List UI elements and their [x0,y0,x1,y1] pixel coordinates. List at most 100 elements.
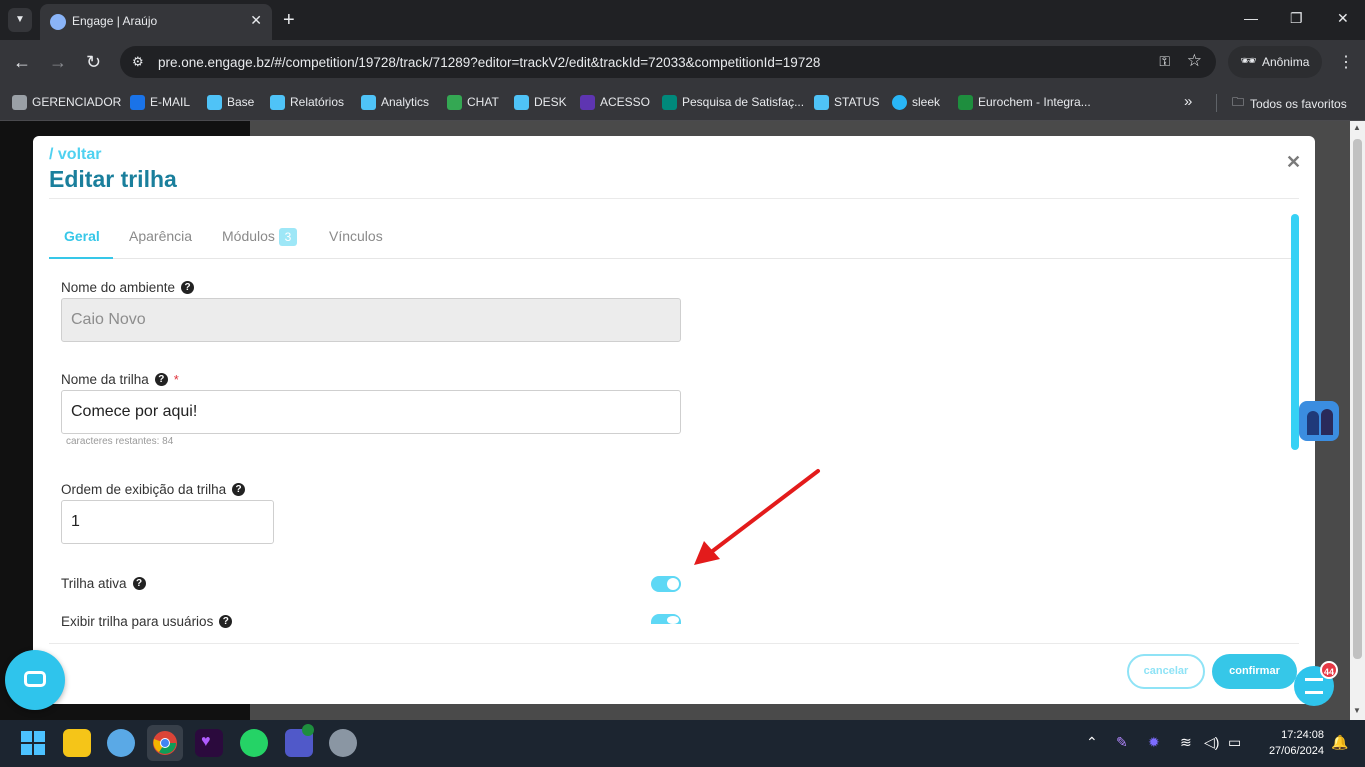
tab-aparencia[interactable]: Aparência [129,228,192,244]
settings-gear-icon[interactable] [329,729,357,757]
help-icon[interactable]: ? [132,577,146,590]
battery-icon[interactable]: ▭ [1228,734,1241,751]
new-tab-icon[interactable]: + [283,9,295,32]
confirm-button[interactable]: confirmar [1212,654,1297,689]
bookmark-analytics[interactable]: Analytics [361,93,429,111]
all-bookmarks-button[interactable]: 🗀 Todos os favoritos [1232,93,1347,114]
clock-date[interactable]: 27/06/2024 [1252,745,1324,757]
tab-search-icon[interactable]: ▼ [8,8,32,32]
browser-toolbar: ← → ↻ ⚙ pre.one.engage.bz/#/competition/… [0,40,1365,85]
feather-app-icon[interactable]: ✎ [1116,734,1128,751]
incognito-icon: 🕶 [1240,53,1257,68]
bookmark-icon [361,94,376,110]
profile-label: Anônima [1262,55,1310,69]
windows-start-icon[interactable] [19,729,47,757]
tab-vinculos[interactable]: Vínculos [329,228,383,244]
window-close-icon[interactable]: ✕ [1337,10,1349,27]
browser-tabstrip: ▼ Engage | Araújo ✕ + — ❐ ✕ [0,0,1365,40]
reload-icon[interactable]: ↻ [86,52,101,73]
help-icon[interactable]: ? [232,483,246,496]
sleek-logo-icon [1305,678,1323,694]
cancel-button[interactable]: cancelar [1127,654,1205,689]
volume-icon[interactable]: ◁) [1204,734,1219,751]
file-explorer-icon[interactable] [63,729,91,757]
bookmark-base[interactable]: Base [207,93,254,111]
modal-scrollbar[interactable] [1291,214,1299,450]
avatar-figure [1321,409,1333,435]
ambiente-input: Caio Novo [61,298,681,342]
whatsapp-icon[interactable] [240,729,268,757]
modal-close-icon[interactable]: ✕ [1286,152,1301,173]
wifi-icon[interactable]: ≋ [1180,734,1192,751]
bookmark-acesso[interactable]: ACESSO [580,93,650,111]
bookmark-icon [814,94,829,110]
bookmarks-divider [1216,94,1217,112]
clock-time[interactable]: 17:24:08 [1258,729,1324,741]
purple-heart-app-icon[interactable]: ♥ [195,729,223,757]
modal-title: Editar trilha [49,166,177,192]
minimize-icon[interactable]: — [1244,10,1258,26]
forward-arrow-icon[interactable]: → [49,52,67,73]
help-icon[interactable]: ? [154,373,168,386]
address-bar[interactable]: ⚙ pre.one.engage.bz/#/competition/19728/… [120,46,1216,78]
tab-modulos[interactable]: Módulos 3 [222,228,297,246]
ordem-input[interactable]: 1 [61,500,274,544]
bookmark-desk[interactable]: DESK [514,93,567,111]
toggle-knob [667,616,679,624]
toggle-knob [667,578,679,590]
browser-tab[interactable]: Engage | Araújo ✕ [40,4,272,40]
bookmark-icon [270,94,285,110]
back-arrow-icon[interactable]: ← [13,52,31,73]
show-hidden-icons[interactable]: ⌃ [1086,734,1098,751]
bookmark-icon [12,94,27,110]
tab-favicon-icon [50,14,66,30]
password-key-icon[interactable]: ⚿ [1159,53,1170,70]
paint-icon[interactable] [107,729,135,757]
bookmark-star-icon[interactable]: ☆ [1187,51,1202,71]
ordem-label: Ordem de exibição da trilha? [61,482,246,497]
trilha-ativa-toggle[interactable] [651,576,681,592]
bookmark-pesquisa[interactable]: Pesquisa de Satisfaç... [662,93,804,111]
bookmark-icon [892,94,907,110]
bookmark-gerenciador[interactable]: GERENCIADOR [12,93,121,111]
help-icon[interactable]: ? [181,281,195,294]
restore-icon[interactable]: ❐ [1290,10,1303,27]
gear-tray-icon[interactable]: ✹ [1148,734,1160,751]
excel-icon [958,94,973,110]
modal-tabs: Geral Aparência Módulos 3 Vínculos [49,214,1299,259]
header-divider [49,198,1299,199]
required-mark: * [173,372,179,387]
site-info-icon[interactable]: ⚙ [132,54,144,70]
scroll-down-icon[interactable]: ▼ [1353,706,1361,715]
bookmark-eurochem[interactable]: Eurochem - Integra... [958,93,1091,111]
back-link[interactable]: / voltar [49,146,101,164]
page-scrollbar[interactable]: ▲ ▼ [1350,121,1365,720]
tab-modulos-label: Módulos [222,228,275,244]
bookmark-email[interactable]: E-MAIL [130,93,190,111]
tab-close-icon[interactable]: ✕ [250,12,262,29]
browser-menu-icon[interactable]: ⋮ [1338,52,1354,72]
assistant-avatar[interactable] [1299,401,1339,441]
bookmark-relatorios[interactable]: Relatórios [270,93,344,111]
incognito-profile-button[interactable]: 🕶 Anônima [1228,46,1322,78]
bookmark-status[interactable]: STATUS [814,93,880,111]
url-text[interactable]: pre.one.engage.bz/#/competition/19728/tr… [158,55,820,70]
teams-icon[interactable] [285,724,314,757]
exibir-trilha-toggle[interactable] [651,614,681,624]
avatar-figure [1307,411,1319,435]
help-icon[interactable]: ? [219,615,233,628]
trilha-name-input[interactable]: Comece por aqui! [61,390,681,434]
modules-count-badge: 3 [278,228,297,246]
more-bookmarks-icon[interactable]: » [1184,93,1192,110]
active-tab-indicator [49,257,113,259]
chat-button[interactable] [5,650,65,710]
bookmark-chat[interactable]: CHAT [447,93,499,111]
windows-taskbar: ♥ ⌃ ✎ ✹ ≋ ◁) ▭ 17:24:08 27/06/2024 🔔 [0,720,1365,767]
tab-geral[interactable]: Geral [64,228,100,244]
chrome-taskbar-button[interactable] [147,725,183,761]
notification-bell-icon[interactable]: 🔔 [1331,734,1348,751]
scrollbar-thumb[interactable] [1353,139,1362,659]
scroll-up-icon[interactable]: ▲ [1353,123,1361,132]
bookmark-sleek[interactable]: sleek [892,93,940,111]
folder-icon: 🗀 [1232,95,1245,109]
